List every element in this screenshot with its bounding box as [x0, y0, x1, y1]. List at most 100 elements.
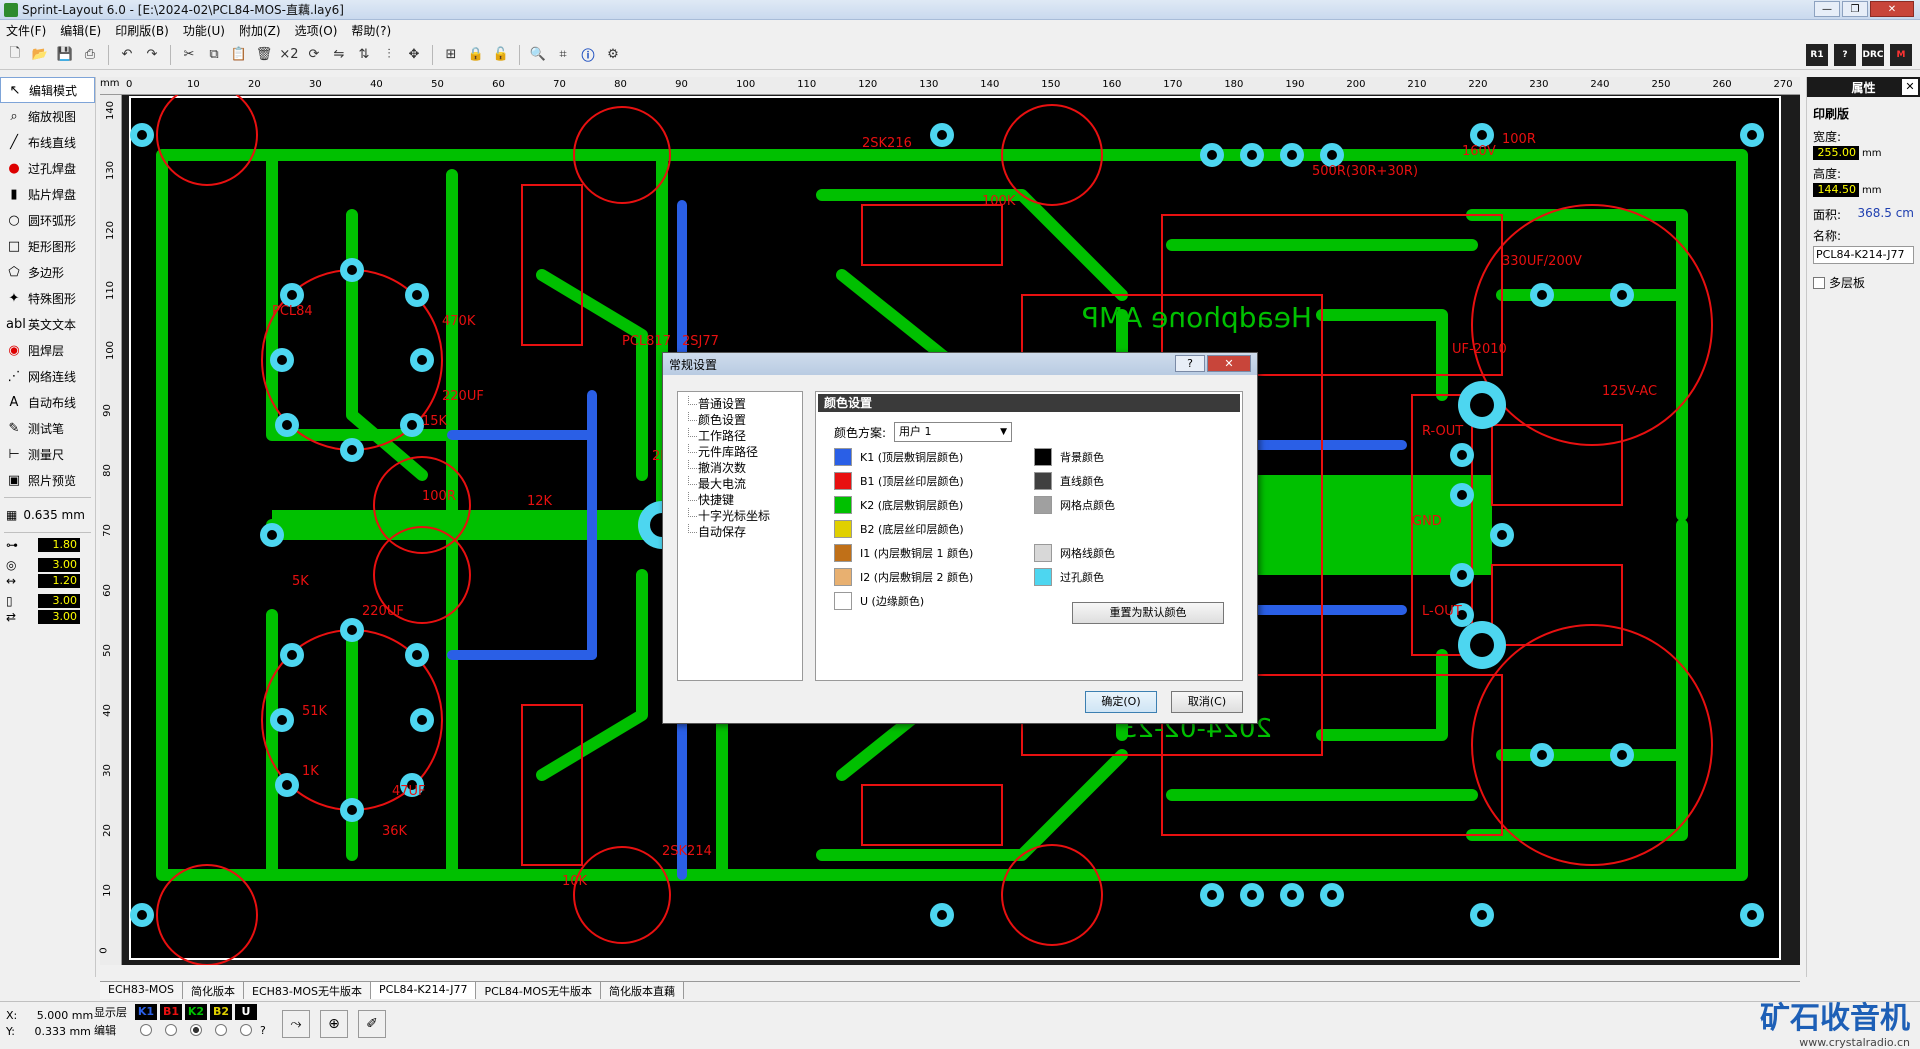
unlock-icon[interactable]: 🔓 — [490, 44, 512, 66]
tool-rect[interactable]: □ 矩形图形 — [0, 233, 95, 259]
edit-layer-radio-b1[interactable] — [165, 1024, 177, 1036]
save-icon[interactable]: 💾 — [54, 44, 76, 66]
menu-item-5[interactable]: 选项(O) — [295, 22, 338, 39]
target-icon[interactable]: ⊕ — [320, 1010, 348, 1038]
color-swatch[interactable] — [834, 520, 852, 538]
multilayer-checkbox[interactable]: 多层板 — [1807, 266, 1920, 299]
restore-button[interactable]: ❐ — [1842, 1, 1868, 17]
info-icon[interactable]: ⓘ — [577, 44, 599, 66]
crop-icon[interactable]: ⌗ — [552, 44, 574, 66]
tool-measure[interactable]: ⊢ 测量尺 — [0, 441, 95, 467]
color-option-row[interactable]: B2 (底层丝印层颜色) — [834, 520, 964, 538]
edit-layer-radio-u[interactable] — [240, 1024, 252, 1036]
tool-mask[interactable]: ◉ 阻焊层 — [0, 337, 95, 363]
menu-item-1[interactable]: 编辑(E) — [60, 22, 101, 39]
tool-test[interactable]: ✎ 测试笔 — [0, 415, 95, 441]
board-tab-3[interactable]: PCL84-K214-J77 — [371, 982, 477, 999]
delete-icon[interactable]: 🗑 — [253, 44, 275, 66]
mirror-h-icon[interactable]: ⇋ — [328, 44, 350, 66]
align-icon[interactable]: ⫶ — [378, 44, 400, 66]
layer-toggle-k1[interactable]: K1 — [135, 1004, 157, 1020]
tool-zoom[interactable]: ⌕ 缩放视图 — [0, 103, 95, 129]
settings-nav-item[interactable]: 工作路径 — [678, 428, 802, 444]
layer-toggle-u[interactable]: U — [235, 1004, 257, 1020]
tool-edit[interactable]: ↖ 编辑模式 — [0, 77, 95, 103]
board-tab-1[interactable]: 简化版本 — [183, 982, 244, 999]
menu-item-4[interactable]: 附加(Z) — [239, 22, 281, 39]
dialog-close-button[interactable]: ✕ — [1207, 355, 1251, 372]
copy-icon[interactable]: ⧉ — [203, 44, 225, 66]
settings-nav-item[interactable]: 自动保存 — [678, 524, 802, 540]
tool-smd[interactable]: ▮ 贴片焊盘 — [0, 181, 95, 207]
color-swatch[interactable] — [834, 592, 852, 610]
color-option-row[interactable]: I2 (内层敷铜层 2 颜色) — [834, 568, 973, 586]
checkbox-box[interactable] — [1813, 276, 1825, 289]
minimize-button[interactable]: — — [1814, 1, 1840, 17]
color-option-row[interactable]: B1 (顶层丝印层颜色) — [834, 472, 964, 490]
color-swatch[interactable] — [1034, 496, 1052, 514]
settings-gear-icon[interactable]: ⚙ — [602, 44, 624, 66]
tool-net[interactable]: ⋰ 网络连线 — [0, 363, 95, 389]
settings-nav-item[interactable]: 普通设置 — [678, 396, 802, 412]
print-icon[interactable]: ⎙ — [79, 44, 101, 66]
board-height-input[interactable]: 144.50 — [1813, 183, 1859, 197]
tool-special[interactable]: ✦ 特殊图形 — [0, 285, 95, 311]
settings-nav-item[interactable]: 十字光标坐标 — [678, 508, 802, 524]
color-option-row[interactable]: I1 (内层敷铜层 1 颜色) — [834, 544, 973, 562]
ok-button[interactable]: 确定(O) — [1085, 691, 1157, 713]
color-swatch[interactable] — [1034, 568, 1052, 586]
smd-width-input[interactable]: 3.00 — [38, 594, 80, 608]
menu-item-2[interactable]: 印刷版(B) — [115, 22, 169, 39]
board-width-input[interactable]: 255.00 — [1813, 146, 1859, 160]
color-option-row[interactable]: 网格点颜色 — [1034, 496, 1115, 514]
duplicate-button[interactable]: ×2 — [278, 44, 300, 66]
track-width-input[interactable]: 1.80 — [38, 538, 80, 552]
color-swatch[interactable] — [834, 472, 852, 490]
tool-track[interactable]: ╱ 布线直线 — [0, 129, 95, 155]
tool-photo[interactable]: ▣ 照片预览 — [0, 467, 95, 493]
layer-toggle-b1[interactable]: B1 — [160, 1004, 182, 1020]
menu-item-6[interactable]: 帮助(?) — [351, 22, 391, 39]
snap-icon[interactable]: ✥ — [403, 44, 425, 66]
reset-colors-button[interactable]: 重置为默认颜色 — [1072, 602, 1224, 624]
macro-icon[interactable]: M — [1890, 44, 1912, 66]
pen-icon[interactable]: ✐ — [358, 1010, 386, 1038]
grid-setting[interactable]: ▦ 0.635 mm — [0, 502, 95, 528]
settings-nav-item[interactable]: 最大电流 — [678, 476, 802, 492]
board-tab-0[interactable]: ECH83-MOS — [100, 982, 183, 999]
settings-nav-item[interactable]: 颜色设置 — [678, 412, 802, 428]
color-option-row[interactable]: K1 (顶层敷铜层颜色) — [834, 448, 963, 466]
cut-icon[interactable]: ✂ — [178, 44, 200, 66]
window-close-button[interactable]: ✕ — [1870, 1, 1914, 17]
layer-toggle-k2[interactable]: K2 — [185, 1004, 207, 1020]
color-option-row[interactable]: 过孔颜色 — [1034, 568, 1104, 586]
rotate-icon[interactable]: ⟳ — [303, 44, 325, 66]
undo-icon[interactable]: ↶ — [116, 44, 138, 66]
properties-close-icon[interactable]: ✕ — [1902, 79, 1918, 95]
zoom-icon[interactable]: 🔍 — [527, 44, 549, 66]
color-swatch[interactable] — [834, 544, 852, 562]
pad-inner-input[interactable]: 1.20 — [38, 574, 80, 588]
mirror-v-icon[interactable]: ⇅ — [353, 44, 375, 66]
drc-icon[interactable]: DRC — [1862, 44, 1884, 66]
settings-nav-item[interactable]: 撤消次数 — [678, 460, 802, 476]
tool-polygon[interactable]: ⬠ 多边形 — [0, 259, 95, 285]
color-swatch[interactable] — [1034, 448, 1052, 466]
tool-pad[interactable]: ● 过孔焊盘 — [0, 155, 95, 181]
settings-nav-item[interactable]: 快捷键 — [678, 492, 802, 508]
board-tab-4[interactable]: PCL84-MOS无牛版本 — [476, 982, 601, 999]
color-swatch[interactable] — [834, 568, 852, 586]
menu-item-0[interactable]: 文件(F) — [6, 22, 46, 39]
help-icon[interactable]: ? — [1834, 44, 1856, 66]
tool-autoroute[interactable]: A 自动布线 — [0, 389, 95, 415]
route-mode-icon[interactable]: ⤳ — [282, 1010, 310, 1038]
color-option-row[interactable]: U (边缘颜色) — [834, 592, 924, 610]
layer-toggle-b2[interactable]: B2 — [210, 1004, 232, 1020]
color-swatch[interactable] — [834, 496, 852, 514]
color-option-row[interactable]: K2 (底层敷铜层颜色) — [834, 496, 963, 514]
group-icon[interactable]: ⊞ — [440, 44, 462, 66]
color-option-row[interactable]: 网格线颜色 — [1034, 544, 1115, 562]
color-swatch[interactable] — [834, 448, 852, 466]
edit-layer-radio-b2[interactable] — [215, 1024, 227, 1036]
scheme-select[interactable]: 用户 1 ▼ — [894, 422, 1013, 442]
